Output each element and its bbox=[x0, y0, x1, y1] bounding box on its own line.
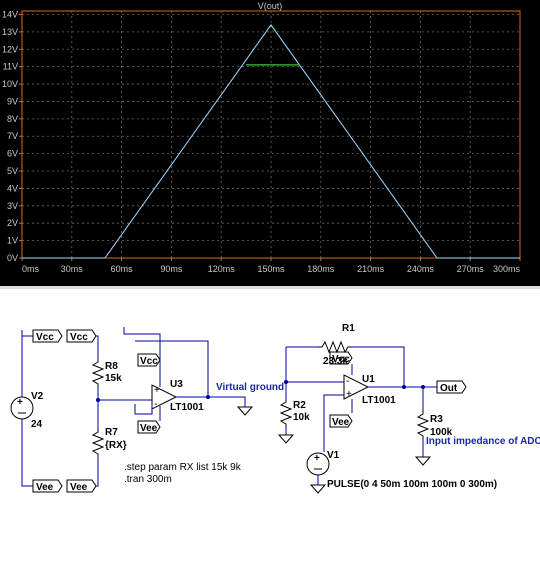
x-tick-label: 210ms bbox=[357, 264, 385, 274]
v1-value: PULSE(0 4 50m 100m 100m 0 300m) bbox=[327, 479, 497, 490]
x-axis-ticks: 0ms 30ms 60ms 90ms 120ms 150ms 180ms 210ms 240ms… bbox=[21, 258, 521, 274]
x-tick-label: 300ms bbox=[493, 264, 521, 274]
vee-flag-mid[interactable]: Vee bbox=[66, 479, 97, 493]
out-flag[interactable]: Out bbox=[436, 380, 467, 394]
u3-part: LT1001 bbox=[170, 402, 204, 413]
svg-text:Out: Out bbox=[440, 383, 458, 394]
svg-text:Vcc: Vcc bbox=[36, 332, 54, 343]
vcc-flag-u3[interactable]: Vcc bbox=[137, 353, 161, 367]
svg-text:Vcc: Vcc bbox=[332, 354, 350, 365]
vee-flag-u1[interactable]: Vee bbox=[329, 414, 353, 428]
x-tick-label: 0ms bbox=[22, 264, 40, 274]
schematic-canvas[interactable]: Vcc + V2 24 Vee Vcc R8 15k R7 {RX} Vee +… bbox=[0, 289, 540, 563]
y-tick-label: 12V bbox=[2, 44, 18, 54]
r8-resistor[interactable]: R8 15k bbox=[91, 359, 122, 387]
y-tick-label: 6V bbox=[7, 149, 18, 159]
svg-text:+: + bbox=[314, 453, 320, 464]
v2-name: V2 bbox=[31, 391, 44, 402]
y-tick-label: 7V bbox=[7, 131, 18, 141]
input-impedance-label: Input impedance of ADC bbox=[426, 436, 540, 447]
ground-virtual bbox=[236, 406, 254, 416]
y-tick-label: 14V bbox=[2, 9, 18, 19]
trace-title-v-out[interactable]: V(out) bbox=[258, 1, 283, 11]
vcc-flag-left[interactable]: Vcc bbox=[21, 329, 63, 343]
v2-voltage-source[interactable]: + V2 24 bbox=[10, 391, 44, 430]
x-tick-label: 60ms bbox=[111, 264, 134, 274]
r3-resistor[interactable]: R3 100k bbox=[416, 411, 453, 439]
vee-flag-left[interactable]: Vee bbox=[32, 479, 63, 493]
v1-name: V1 bbox=[327, 450, 340, 461]
svg-text:Vcc: Vcc bbox=[140, 356, 158, 367]
r2-name: R2 bbox=[293, 400, 306, 411]
u1-part: LT1001 bbox=[362, 395, 396, 406]
virtual-ground-label: Virtual ground bbox=[216, 382, 284, 393]
waveform-plot[interactable]: V(out) 0V 1V 2V 3V 4V 5V 6V 7V 8V 9V 10V 11V 12V 13V 1… bbox=[0, 0, 540, 286]
r2-value: 10k bbox=[293, 412, 310, 423]
x-tick-label: 240ms bbox=[407, 264, 435, 274]
r7-resistor[interactable]: R7 {RX} bbox=[91, 427, 127, 457]
svg-text:+: + bbox=[17, 397, 23, 408]
r8-name: R8 bbox=[105, 361, 118, 372]
x-tick-label: 270ms bbox=[457, 264, 485, 274]
y-tick-label: 11V bbox=[3, 62, 18, 72]
svg-text:Vee: Vee bbox=[70, 482, 88, 493]
svg-text:-: - bbox=[346, 376, 349, 387]
y-tick-label: 3V bbox=[7, 201, 18, 211]
vee-flag-u3[interactable]: Vee bbox=[137, 420, 161, 434]
x-tick-label: 180ms bbox=[307, 264, 335, 274]
step-directive[interactable]: .step param RX list 15k 9k bbox=[124, 462, 242, 473]
svg-text:Vee: Vee bbox=[332, 417, 350, 428]
r1-name: R1 bbox=[342, 323, 355, 334]
tran-directive[interactable]: .tran 300m bbox=[124, 474, 172, 485]
y-axis-ticks: 0V 1V 2V 3V 4V 5V 6V 7V 8V 9V 10V 11V 12V 13V 14V bbox=[2, 9, 22, 263]
v1-pulse-source[interactable]: + V1 PULSE(0 4 50m 100m 100m 0 300m) bbox=[306, 450, 497, 490]
x-tick-label: 150ms bbox=[257, 264, 285, 274]
svg-text:Vee: Vee bbox=[140, 423, 158, 434]
plot-frame bbox=[21, 10, 521, 259]
vcc-flag-u1[interactable]: Vcc bbox=[329, 351, 353, 365]
u1-name: U1 bbox=[362, 374, 375, 385]
ground-r3 bbox=[414, 456, 432, 466]
svg-text:Vcc: Vcc bbox=[70, 332, 88, 343]
x-tick-label: 120ms bbox=[208, 264, 236, 274]
ground-v1 bbox=[309, 484, 327, 494]
svg-text:-: - bbox=[154, 399, 157, 410]
vcc-flag-mid[interactable]: Vcc bbox=[66, 329, 97, 343]
r2-resistor[interactable]: R2 10k bbox=[279, 399, 310, 427]
y-tick-label: 2V bbox=[7, 218, 18, 228]
y-tick-label: 1V bbox=[7, 236, 18, 246]
ground-r2 bbox=[277, 434, 295, 444]
x-tick-label: 30ms bbox=[61, 264, 84, 274]
waveform-plot-pane[interactable]: V(out) 0V 1V 2V 3V 4V 5V 6V 7V 8V 9V 10V 11V 12V 13V 1… bbox=[0, 0, 540, 286]
y-tick-label: 13V bbox=[2, 27, 18, 37]
r8-value: 15k bbox=[105, 373, 122, 384]
y-tick-label: 0V bbox=[7, 253, 18, 263]
y-tick-label: 9V bbox=[7, 96, 18, 106]
v2-value: 24 bbox=[31, 419, 43, 430]
x-tick-label: 90ms bbox=[160, 264, 183, 274]
svg-text:+: + bbox=[154, 385, 160, 396]
y-tick-label: 5V bbox=[7, 166, 18, 176]
r7-name: R7 bbox=[105, 427, 118, 438]
svg-text:Vee: Vee bbox=[36, 482, 54, 493]
u3-name: U3 bbox=[170, 379, 183, 390]
y-tick-label: 10V bbox=[2, 79, 18, 89]
y-tick-label: 8V bbox=[7, 114, 18, 124]
r3-name: R3 bbox=[430, 414, 443, 425]
svg-text:+: + bbox=[346, 389, 352, 400]
plot-grid bbox=[22, 11, 520, 258]
y-tick-label: 4V bbox=[7, 183, 18, 193]
r7-value: {RX} bbox=[105, 440, 127, 451]
schematic-pane[interactable]: Vcc + V2 24 Vee Vcc R8 15k R7 {RX} Vee +… bbox=[0, 289, 540, 563]
